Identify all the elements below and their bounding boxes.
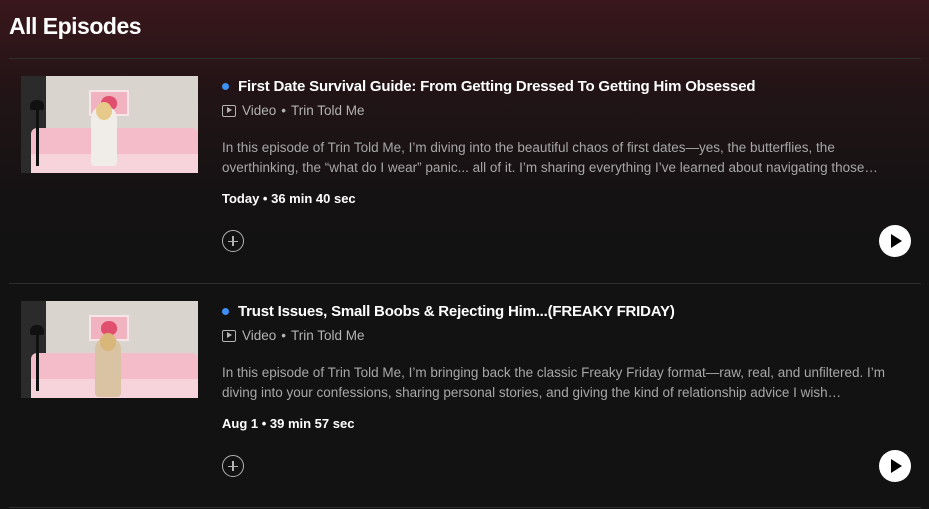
page-title: All Episodes xyxy=(9,13,142,39)
episode-type: Video xyxy=(242,328,277,343)
episode-title-row: First Date Survival Guide: From Getting … xyxy=(222,78,755,95)
unplayed-dot-icon xyxy=(222,83,229,90)
episode-row[interactable]: Trust Issues, Small Boobs & Rejecting Hi… xyxy=(0,284,929,508)
episode-type: Video xyxy=(242,103,277,118)
episode-thumbnail[interactable] xyxy=(21,76,198,173)
episode-description: In this episode of Trin Told Me, I’m bri… xyxy=(222,365,886,400)
episode-title[interactable]: Trust Issues, Small Boobs & Rejecting Hi… xyxy=(238,303,675,320)
divider xyxy=(9,507,921,508)
add-circle-icon[interactable] xyxy=(222,455,244,477)
show-name[interactable]: Trin Told Me xyxy=(291,328,365,343)
play-icon[interactable] xyxy=(879,225,911,257)
unplayed-dot-icon xyxy=(222,308,229,315)
episode-date-duration: Today • 36 min 40 sec xyxy=(222,191,356,206)
meta-separator: • xyxy=(281,103,287,118)
play-icon[interactable] xyxy=(879,450,911,482)
episodes-page: All Episodes First Date Survival Guide: … xyxy=(0,0,929,509)
episode-meta: Video • Trin Told Me xyxy=(222,328,365,343)
episode-meta: Video • Trin Told Me xyxy=(222,103,365,118)
episode-date-duration: Aug 1 • 39 min 57 sec xyxy=(222,416,355,431)
episode-description: In this episode of Trin Told Me, I’m div… xyxy=(222,140,878,175)
video-icon xyxy=(222,104,236,117)
episode-title[interactable]: First Date Survival Guide: From Getting … xyxy=(238,78,755,95)
video-icon xyxy=(222,329,236,342)
meta-separator: • xyxy=(281,328,287,343)
add-circle-icon[interactable] xyxy=(222,230,244,252)
episode-thumbnail[interactable] xyxy=(21,301,198,398)
episode-row[interactable]: First Date Survival Guide: From Getting … xyxy=(0,59,929,283)
episode-title-row: Trust Issues, Small Boobs & Rejecting Hi… xyxy=(222,303,675,320)
show-name[interactable]: Trin Told Me xyxy=(291,103,365,118)
